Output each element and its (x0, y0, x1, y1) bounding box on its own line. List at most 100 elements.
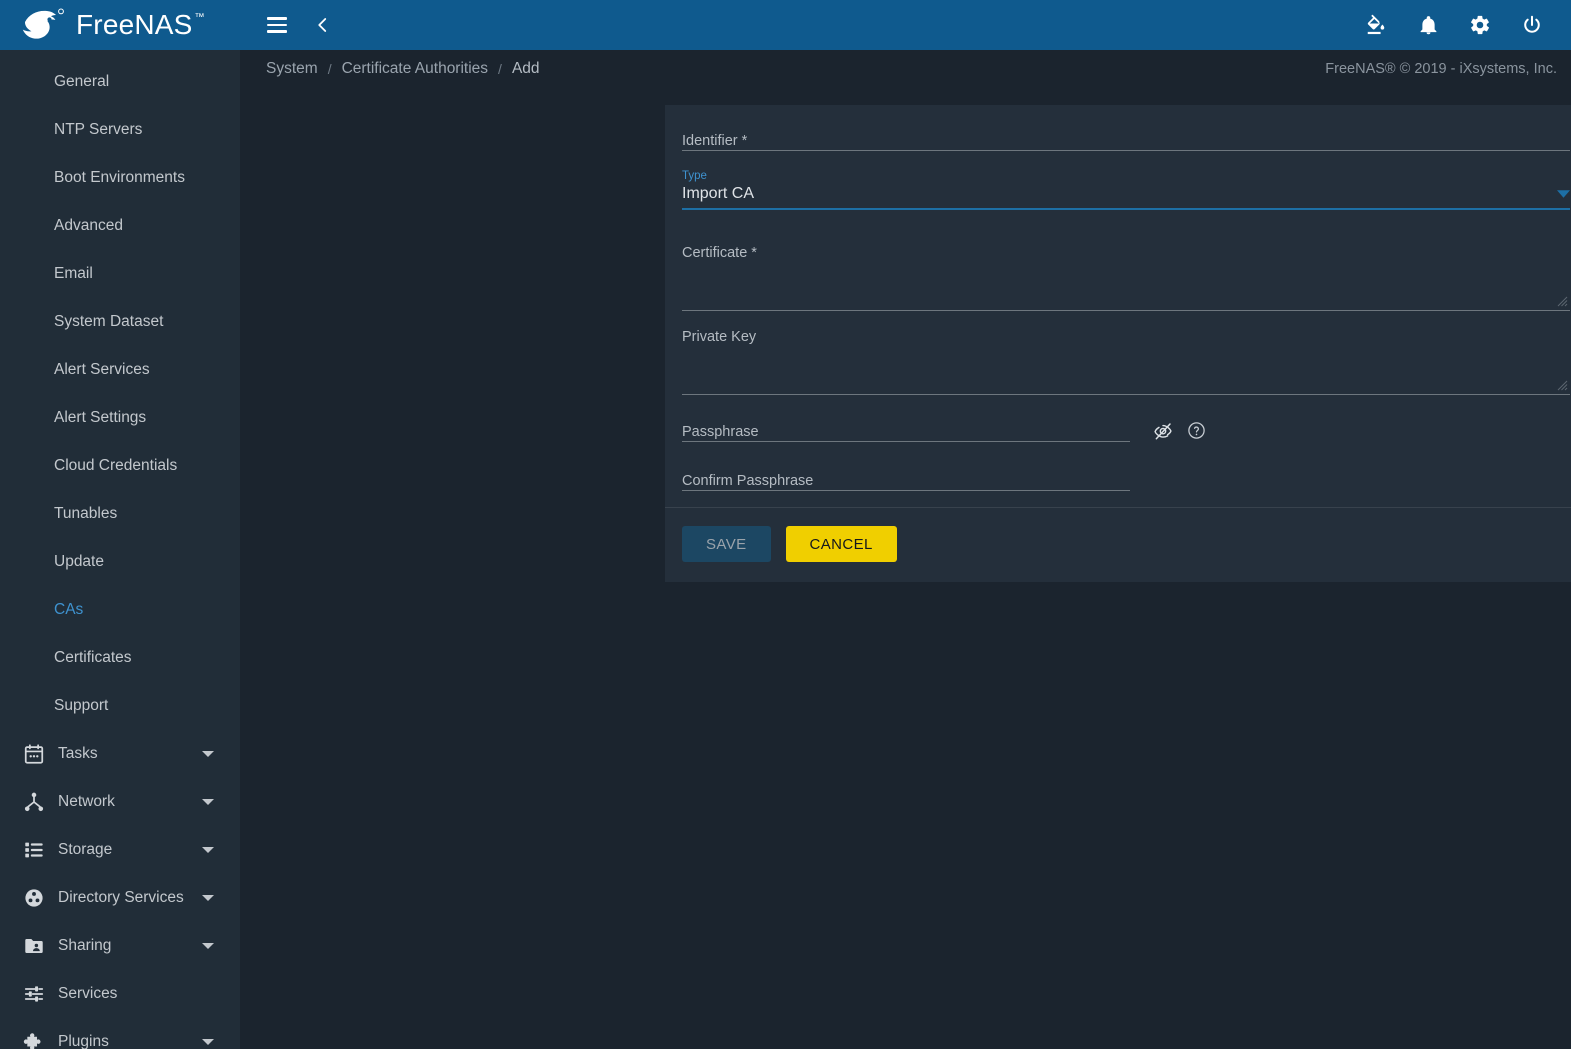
sidebar-item-label: Network (58, 793, 115, 810)
sidebar-item-alert-services[interactable]: Alert Services (0, 346, 240, 394)
sidebar-item-plugins[interactable]: Plugins (0, 1018, 240, 1049)
confirm-passphrase-field: Confirm Passphrase (682, 467, 1571, 491)
sidebar-item-email[interactable]: Email (0, 250, 240, 298)
sidebar-item-directory-services[interactable]: Directory Services (0, 874, 240, 922)
shared-folder-icon (22, 934, 46, 958)
sidebar-item-storage[interactable]: Storage (0, 826, 240, 874)
certificate-textarea[interactable] (682, 262, 1570, 310)
sidebar-item-label: Tasks (58, 745, 98, 762)
copyright-text: FreeNAS® © 2019 - iXsystems, Inc. (1325, 61, 1557, 77)
certificate-field: Certificate * (682, 244, 1571, 311)
directory-services-icon (22, 886, 46, 910)
puzzle-piece-icon (22, 1030, 46, 1049)
sidebar-item-support[interactable]: Support (0, 682, 240, 730)
sidebar-item-services[interactable]: Services (0, 970, 240, 1018)
eye-off-icon[interactable] (1152, 421, 1172, 440)
sidebar-item-label: Support (54, 697, 109, 714)
sidebar-item-network[interactable]: Network (0, 778, 240, 826)
certificate-label: Certificate * (682, 245, 757, 261)
sidebar-item-advanced[interactable]: Advanced (0, 202, 240, 250)
chevron-left-icon[interactable] (308, 10, 338, 40)
sidebar-item-label: NTP Servers (54, 121, 143, 138)
brand-logo-area[interactable]: FreeNAS ™ (0, 0, 240, 50)
breadcrumb: System / Certificate Authorities / Add F… (240, 50, 1571, 88)
form-action-buttons: SAVE CANCEL (665, 508, 1571, 582)
sidebar-item-label: Boot Environments (54, 169, 185, 186)
identifier-underline[interactable] (682, 150, 1570, 151)
brand-name: FreeNAS (76, 9, 193, 40)
certificate-authority-add-form: Identifier * Type Import CA Certificate … (665, 105, 1571, 582)
resize-grip-icon[interactable] (1557, 380, 1568, 391)
theme-icon[interactable] (1361, 10, 1391, 40)
sidebar-item-label: Advanced (54, 217, 123, 234)
type-underline (682, 208, 1570, 210)
chevron-down-icon[interactable] (1557, 190, 1570, 198)
type-select-field[interactable]: Type Import CA (682, 169, 1571, 210)
sidebar-item-ntp-servers[interactable]: NTP Servers (0, 106, 240, 154)
sidebar-item-label: Tunables (54, 505, 118, 522)
sidebar-item-alert-settings[interactable]: Alert Settings (0, 394, 240, 442)
breadcrumb-item-certificate-authorities[interactable]: Certificate Authorities (342, 60, 488, 78)
passphrase-underline[interactable] (682, 441, 1130, 442)
sidebar-item-label: General (54, 73, 110, 90)
cancel-button[interactable]: CANCEL (785, 526, 897, 562)
sidebar-item-label: Sharing (58, 937, 112, 954)
sidebar-item-system-dataset[interactable]: System Dataset (0, 298, 240, 346)
chevron-down-icon[interactable] (202, 751, 214, 757)
sidebar-item-label: Certificates (54, 649, 132, 666)
sidebar-item-label: Directory Services (58, 889, 184, 906)
private-key-field: Private Key (682, 328, 1571, 395)
sidebar-item-tunables[interactable]: Tunables (0, 490, 240, 538)
sidebar-item-general[interactable]: General (0, 58, 240, 106)
save-button[interactable]: SAVE (682, 526, 771, 562)
confirm-passphrase-underline[interactable] (682, 490, 1130, 491)
notifications-icon[interactable] (1413, 10, 1443, 40)
sidebar-item-cloud-credentials[interactable]: Cloud Credentials (0, 442, 240, 490)
chevron-down-icon[interactable] (202, 847, 214, 853)
passphrase-field: Passphrase (682, 418, 1571, 442)
sidebar-item-certificates[interactable]: Certificates (0, 634, 240, 682)
top-bar-right-controls (1361, 0, 1571, 50)
chevron-down-icon[interactable] (202, 895, 214, 901)
breadcrumb-item-system[interactable]: System (266, 60, 318, 78)
sidebar-item-label: Alert Settings (54, 409, 147, 426)
certificate-underline (682, 310, 1570, 311)
chevron-down-icon[interactable] (202, 799, 214, 805)
calendar-icon (22, 742, 46, 766)
type-selected-value: Import CA (682, 185, 755, 202)
sidebar-item-label: Alert Services (54, 361, 150, 378)
hamburger-menu-icon[interactable] (262, 10, 292, 40)
chevron-down-icon[interactable] (202, 1039, 214, 1045)
sidebar-item-label: System Dataset (54, 313, 164, 330)
brand-wordmark: FreeNAS ™ (76, 11, 205, 39)
private-key-textarea[interactable] (682, 346, 1570, 394)
sliders-icon (22, 982, 46, 1006)
sidebar-item-sharing[interactable]: Sharing (0, 922, 240, 970)
private-key-underline (682, 394, 1570, 395)
brand-trademark: ™ (194, 12, 205, 23)
top-bar-left-controls (240, 0, 338, 50)
confirm-passphrase-label: Confirm Passphrase (682, 473, 814, 489)
sidebar-item-boot-environments[interactable]: Boot Environments (0, 154, 240, 202)
resize-grip-icon[interactable] (1557, 296, 1568, 307)
power-icon[interactable] (1517, 10, 1547, 40)
identifier-field: Identifier * (682, 127, 1571, 151)
top-bar: FreeNAS ™ (0, 0, 1571, 50)
sidebar-item-cas[interactable]: CAs (0, 586, 240, 634)
sidebar-item-tasks[interactable]: Tasks (0, 730, 240, 778)
sidebar-navigation: General NTP Servers Boot Environments Advan… (0, 50, 240, 1049)
freenas-app-window: FreeNAS ™ General NTP Servers Boot Envir… (0, 0, 1571, 1049)
network-node-icon (22, 790, 46, 814)
identifier-label: Identifier * (682, 133, 748, 149)
sidebar-item-update[interactable]: Update (0, 538, 240, 586)
chevron-down-icon[interactable] (202, 943, 214, 949)
app-body: General NTP Servers Boot Environments Advan… (0, 50, 1571, 1049)
page-content: Identifier * Type Import CA Certificate … (240, 88, 1571, 1049)
passphrase-label: Passphrase (682, 424, 759, 440)
breadcrumb-separator: / (327, 61, 332, 77)
settings-gear-icon[interactable] (1465, 10, 1495, 40)
breadcrumb-item-add: Add (511, 60, 540, 77)
storage-list-icon (22, 838, 46, 862)
content-area: System / Certificate Authorities / Add F… (240, 50, 1571, 1049)
help-circle-icon[interactable] (1187, 421, 1206, 440)
